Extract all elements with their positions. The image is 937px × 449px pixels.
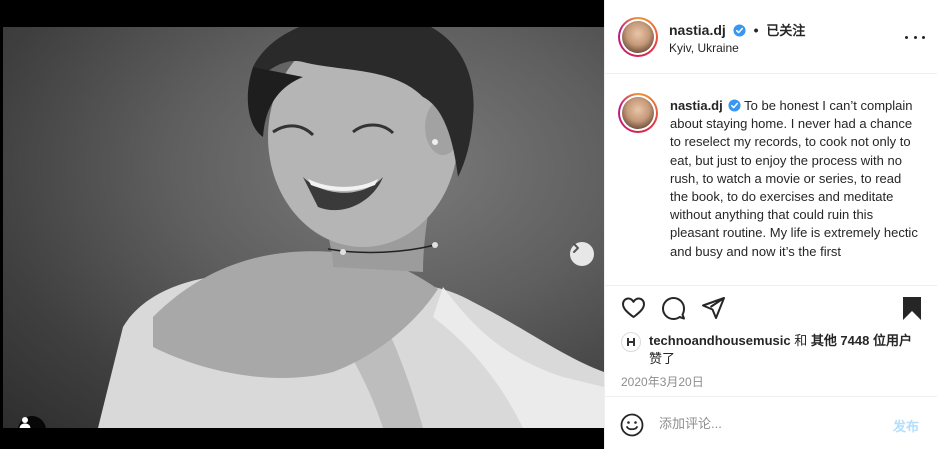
post-side-panel: nastia.dj • 已关注 Kyiv, Ukraine nastia.dj … — [604, 0, 937, 449]
caption-author-avatar[interactable] — [618, 93, 658, 133]
music-logo-icon — [627, 338, 635, 346]
avatar-image — [622, 21, 654, 53]
post-date[interactable]: 2020年3月20日 — [621, 373, 704, 390]
comment-icon[interactable] — [661, 296, 686, 320]
heart-icon[interactable] — [621, 296, 646, 320]
likes-suffix: 赞了 — [649, 351, 676, 366]
first-liker-link[interactable]: technoandhousemusic — [649, 333, 791, 348]
verified-badge-icon — [733, 24, 746, 37]
likes-summary: technoandhousemusic 和 其他 7448 位用户 赞了 — [621, 332, 931, 368]
carousel-next-button[interactable] — [570, 242, 594, 266]
follow-status-button[interactable]: 已关注 — [766, 23, 805, 38]
author-username[interactable]: nastia.dj — [669, 22, 726, 38]
send-icon[interactable] — [701, 296, 726, 320]
post-header: nastia.dj • 已关注 Kyiv, Ukraine — [605, 0, 937, 74]
emoji-icon[interactable] — [620, 413, 644, 437]
bookmark-icon[interactable] — [901, 296, 923, 321]
user-tag-icon — [19, 417, 31, 428]
likes-connector: 和 — [790, 333, 811, 348]
post-media-panel — [0, 0, 604, 449]
liker-avatar[interactable] — [621, 332, 641, 352]
other-likers-link[interactable]: 其他 7448 位用户 — [811, 333, 912, 348]
post-photo[interactable] — [3, 27, 604, 428]
post-actions-bar — [605, 290, 937, 330]
location-link[interactable]: Kyiv, Ukraine — [669, 41, 739, 55]
post-comment-button[interactable]: 发布 — [893, 416, 919, 435]
avatar-image — [622, 97, 654, 129]
caption-text: To be honest I can’t complain about stay… — [670, 98, 918, 259]
comment-input[interactable] — [659, 411, 879, 435]
caption-section: nastia.dj To be honest I can’t complain … — [605, 75, 937, 286]
chevron-right-icon — [573, 243, 579, 253]
post-caption: nastia.dj To be honest I can’t complain … — [670, 97, 920, 261]
verified-badge-icon — [728, 99, 741, 112]
more-options-icon[interactable] — [905, 30, 925, 44]
portrait-illustration — [98, 27, 604, 428]
comment-box: 发布 — [605, 396, 937, 449]
caption-username[interactable]: nastia.dj — [670, 98, 723, 113]
author-avatar[interactable] — [618, 17, 658, 57]
header-separator: • — [753, 22, 759, 38]
